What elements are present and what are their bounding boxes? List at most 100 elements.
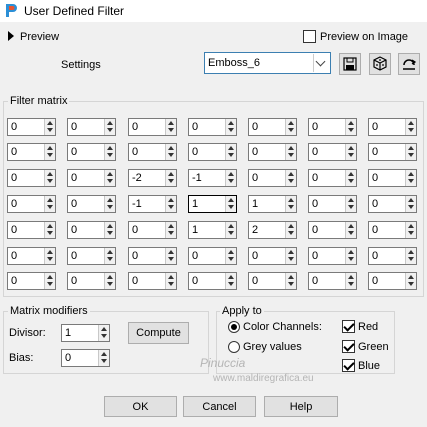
red-checkbox[interactable] bbox=[342, 320, 355, 333]
spinner-arrows-icon[interactable] bbox=[345, 144, 356, 160]
spinner-arrows-icon[interactable] bbox=[104, 248, 115, 264]
blue-checkbox[interactable] bbox=[342, 359, 355, 372]
spinner-arrows-icon[interactable] bbox=[405, 170, 416, 186]
matrix-cell-r3-c3[interactable]: -2 bbox=[128, 169, 177, 187]
spinner-arrows-icon[interactable] bbox=[104, 222, 115, 238]
grey-values-radio[interactable] bbox=[228, 341, 240, 353]
spinner-arrows-icon[interactable] bbox=[405, 222, 416, 238]
matrix-cell-r7-c2[interactable]: 0 bbox=[67, 272, 116, 290]
matrix-cell-r3-c5[interactable]: 0 bbox=[248, 169, 297, 187]
spinner-arrows-icon[interactable] bbox=[225, 170, 236, 186]
matrix-cell-r4-c6[interactable]: 0 bbox=[308, 195, 357, 213]
spinner-arrows-icon[interactable] bbox=[225, 144, 236, 160]
matrix-cell-r4-c2[interactable]: 0 bbox=[67, 195, 116, 213]
matrix-cell-r2-c7[interactable]: 0 bbox=[368, 143, 417, 161]
spinner-arrows-icon[interactable] bbox=[285, 144, 296, 160]
spinner-arrows-icon[interactable] bbox=[345, 196, 356, 212]
matrix-cell-r6-c1[interactable]: 0 bbox=[7, 247, 56, 265]
matrix-cell-r6-c6[interactable]: 0 bbox=[308, 247, 357, 265]
spinner-arrows-icon[interactable] bbox=[225, 196, 236, 212]
matrix-cell-r3-c2[interactable]: 0 bbox=[67, 169, 116, 187]
spinner-arrows-icon[interactable] bbox=[345, 119, 356, 135]
spinner-arrows-icon[interactable] bbox=[44, 248, 55, 264]
spinner-arrows-icon[interactable] bbox=[165, 273, 176, 289]
spinner-arrows-icon[interactable] bbox=[104, 119, 115, 135]
randomize-button[interactable] bbox=[369, 53, 391, 75]
matrix-cell-r3-c7[interactable]: 0 bbox=[368, 169, 417, 187]
matrix-cell-r2-c3[interactable]: 0 bbox=[128, 143, 177, 161]
green-checkbox[interactable] bbox=[342, 340, 355, 353]
matrix-cell-r5-c3[interactable]: 0 bbox=[128, 221, 177, 239]
matrix-cell-r5-c6[interactable]: 0 bbox=[308, 221, 357, 239]
spinner-arrows-icon[interactable] bbox=[225, 222, 236, 238]
spinner-arrows-icon[interactable] bbox=[44, 119, 55, 135]
spinner-arrows-icon[interactable] bbox=[104, 170, 115, 186]
matrix-cell-r6-c7[interactable]: 0 bbox=[368, 247, 417, 265]
cancel-button[interactable]: Cancel bbox=[183, 396, 256, 417]
spinner-arrows-icon[interactable] bbox=[165, 119, 176, 135]
preview-toggle-label[interactable]: Preview bbox=[20, 31, 59, 43]
spinner-arrows-icon[interactable] bbox=[104, 196, 115, 212]
matrix-cell-r7-c5[interactable]: 0 bbox=[248, 272, 297, 290]
matrix-cell-r4-c7[interactable]: 0 bbox=[368, 195, 417, 213]
matrix-cell-r7-c6[interactable]: 0 bbox=[308, 272, 357, 290]
matrix-cell-r1-c6[interactable]: 0 bbox=[308, 118, 357, 136]
matrix-cell-r4-c3[interactable]: -1 bbox=[128, 195, 177, 213]
spinner-arrows-icon[interactable] bbox=[405, 248, 416, 264]
spinner-arrows-icon[interactable] bbox=[104, 273, 115, 289]
matrix-cell-r7-c7[interactable]: 0 bbox=[368, 272, 417, 290]
spinner-arrows-icon[interactable] bbox=[345, 248, 356, 264]
spinner-arrows-icon[interactable] bbox=[165, 170, 176, 186]
spinner-arrows-icon[interactable] bbox=[44, 196, 55, 212]
matrix-cell-r1-c2[interactable]: 0 bbox=[67, 118, 116, 136]
spinner-arrows-icon[interactable] bbox=[405, 273, 416, 289]
settings-dropdown[interactable]: Emboss_6 bbox=[204, 52, 331, 74]
spinner-arrows-icon[interactable] bbox=[405, 119, 416, 135]
compute-button[interactable]: Compute bbox=[128, 322, 189, 344]
help-button[interactable]: Help bbox=[264, 396, 338, 417]
matrix-cell-r7-c3[interactable]: 0 bbox=[128, 272, 177, 290]
spinner-arrows-icon[interactable] bbox=[345, 222, 356, 238]
spinner-arrows-icon[interactable] bbox=[104, 144, 115, 160]
spinner-arrows-icon[interactable] bbox=[225, 248, 236, 264]
matrix-cell-r1-c7[interactable]: 0 bbox=[368, 118, 417, 136]
matrix-cell-r2-c5[interactable]: 0 bbox=[248, 143, 297, 161]
spinner-arrows-icon[interactable] bbox=[405, 196, 416, 212]
matrix-cell-r6-c2[interactable]: 0 bbox=[67, 247, 116, 265]
spinner-arrows-icon[interactable] bbox=[225, 119, 236, 135]
matrix-cell-r4-c5[interactable]: 1 bbox=[248, 195, 297, 213]
matrix-cell-r2-c4[interactable]: 0 bbox=[188, 143, 237, 161]
spinner-arrows-icon[interactable] bbox=[165, 222, 176, 238]
matrix-cell-r3-c6[interactable]: 0 bbox=[308, 169, 357, 187]
matrix-cell-r7-c1[interactable]: 0 bbox=[7, 272, 56, 290]
matrix-cell-r3-c1[interactable]: 0 bbox=[7, 169, 56, 187]
matrix-cell-r5-c2[interactable]: 0 bbox=[67, 221, 116, 239]
color-channels-radio[interactable] bbox=[228, 321, 240, 333]
preview-expand-icon[interactable] bbox=[8, 31, 14, 41]
chevron-down-icon[interactable] bbox=[313, 54, 329, 72]
spinner-arrows-icon[interactable] bbox=[225, 273, 236, 289]
matrix-cell-r1-c3[interactable]: 0 bbox=[128, 118, 177, 136]
matrix-cell-r3-c4[interactable]: -1 bbox=[188, 169, 237, 187]
spinner-arrows-icon[interactable] bbox=[165, 144, 176, 160]
bias-spinner[interactable]: 0 bbox=[61, 349, 110, 367]
matrix-cell-r5-c4[interactable]: 1 bbox=[188, 221, 237, 239]
matrix-cell-r6-c5[interactable]: 0 bbox=[248, 247, 297, 265]
matrix-cell-r6-c3[interactable]: 0 bbox=[128, 247, 177, 265]
spinner-arrows-icon[interactable] bbox=[285, 248, 296, 264]
spinner-arrows-icon[interactable] bbox=[44, 273, 55, 289]
ok-button[interactable]: OK bbox=[104, 396, 177, 417]
save-preset-button[interactable] bbox=[339, 53, 361, 75]
spinner-arrows-icon[interactable] bbox=[345, 273, 356, 289]
matrix-cell-r1-c1[interactable]: 0 bbox=[7, 118, 56, 136]
matrix-cell-r4-c1[interactable]: 0 bbox=[7, 195, 56, 213]
spinner-arrows-icon[interactable] bbox=[285, 170, 296, 186]
divisor-spinner[interactable]: 1 bbox=[61, 324, 110, 342]
spinner-arrows-icon[interactable] bbox=[405, 144, 416, 160]
matrix-cell-r5-c7[interactable]: 0 bbox=[368, 221, 417, 239]
matrix-cell-r1-c4[interactable]: 0 bbox=[188, 118, 237, 136]
matrix-cell-r6-c4[interactable]: 0 bbox=[188, 247, 237, 265]
spinner-arrows-icon[interactable] bbox=[44, 170, 55, 186]
matrix-cell-r2-c2[interactable]: 0 bbox=[67, 143, 116, 161]
spinner-arrows-icon[interactable] bbox=[44, 222, 55, 238]
